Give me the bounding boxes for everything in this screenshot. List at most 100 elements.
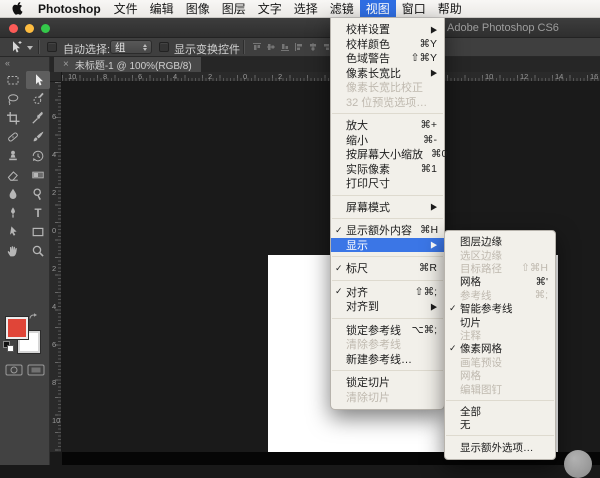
menu-item-all[interactable]: 全部 <box>445 405 555 418</box>
quick-mask-button[interactable] <box>5 363 23 381</box>
menubar-edit[interactable]: 编辑 <box>144 0 180 17</box>
tool-healing-brush[interactable] <box>1 128 25 146</box>
tool-hand[interactable] <box>1 242 25 260</box>
check-icon: ✓ <box>335 225 346 236</box>
tool-clone-stamp[interactable] <box>1 147 25 165</box>
menu-item-zoom-in[interactable]: 放大⌘+ <box>331 118 444 133</box>
menubar-file[interactable]: 文件 <box>108 0 144 17</box>
tool-dodge[interactable] <box>26 185 50 203</box>
show-transform-checkbox[interactable] <box>159 42 169 52</box>
menu-item-zoom-out[interactable]: 缩小⌘- <box>331 133 444 148</box>
ruler-number: 2 <box>208 72 212 81</box>
divider <box>243 40 244 54</box>
menu-item-rulers[interactable]: ✓标尺⌘R <box>331 261 444 276</box>
menu-item-slices[interactable]: 切片 <box>445 315 555 328</box>
move-cursor-icon <box>8 40 22 54</box>
menu-item-gamut-warning[interactable]: 色域警告⇧⌘Y <box>331 51 444 66</box>
menu-item-lock-slices[interactable]: 锁定切片 <box>331 375 444 390</box>
ruler-number: 16 <box>590 72 598 81</box>
tool-brush[interactable] <box>26 128 50 146</box>
menu-item-actual-pixels[interactable]: 实际像素⌘1 <box>331 162 444 177</box>
menu-item-pixel-aspect-ratio-correction: 像素长宽比校正 <box>331 80 444 95</box>
tool-lasso[interactable] <box>1 90 25 108</box>
show-submenu: 图层边缘选区边缘目标路径⇧⌘H网格⌘'参考线⌘;✓智能参考线切片注释✓像素网格画… <box>444 230 556 460</box>
menu-item-fit-on-screen[interactable]: 按屏幕大小缩放⌘0 <box>331 147 444 162</box>
auto-select-checkbox[interactable] <box>47 42 57 52</box>
menu-item-clear-slices: 清除切片 <box>331 390 444 405</box>
tool-eyedropper[interactable] <box>26 109 50 127</box>
tool-quick-selection[interactable] <box>26 90 50 108</box>
tool-rectangle[interactable] <box>26 223 50 241</box>
menubar-select[interactable]: 选择 <box>288 0 324 17</box>
menubar-help[interactable]: 帮助 <box>432 0 468 17</box>
auto-select-dropdown[interactable]: 组 <box>110 40 152 54</box>
close-button[interactable] <box>9 24 18 33</box>
menu-item-pixel-aspect-ratio[interactable]: 像素长宽比▶ <box>331 66 444 81</box>
chevron-down-icon[interactable] <box>27 46 33 50</box>
menu-separator <box>446 400 554 401</box>
menu-item-snap-to[interactable]: 对齐到▶ <box>331 299 444 314</box>
menubar: Photoshop文件编辑图像图层文字选择滤镜视图窗口帮助 <box>0 0 600 18</box>
lasso-icon <box>6 92 20 106</box>
menubar-layer[interactable]: 图层 <box>216 0 252 17</box>
tool-type[interactable]: T <box>26 204 50 222</box>
corner-blob <box>564 450 592 478</box>
ruler-number: 12 <box>520 72 528 81</box>
tool-eraser[interactable] <box>1 166 25 184</box>
menu-item-print-size[interactable]: 打印尺寸 <box>331 176 444 191</box>
tool-marquee[interactable] <box>1 71 25 89</box>
menu-item-show-extras-options[interactable]: 显示额外选项… <box>445 440 555 453</box>
minimize-button[interactable] <box>25 24 34 33</box>
tool-move[interactable] <box>26 71 50 89</box>
menu-item-layer-edges[interactable]: 图层边缘 <box>445 235 555 248</box>
menubar-image[interactable]: 图像 <box>180 0 216 17</box>
tool-zoom[interactable] <box>26 242 50 260</box>
ruler-number: 4 <box>52 150 56 159</box>
foreground-color-swatch[interactable] <box>6 317 28 339</box>
menu-item-show[interactable]: 显示▶ <box>331 238 444 253</box>
menu-item-grid[interactable]: 网格⌘' <box>445 275 555 288</box>
menu-item-none[interactable]: 无 <box>445 418 555 431</box>
tool-history-brush[interactable] <box>26 147 50 165</box>
swap-colors-icon[interactable] <box>28 309 38 327</box>
menu-item-lock-guides[interactable]: 锁定参考线⌥⌘; <box>331 323 444 338</box>
ruler-number: 0 <box>52 226 56 235</box>
screen-mode-button[interactable] <box>27 363 45 381</box>
menubar-filter[interactable]: 滤镜 <box>324 0 360 17</box>
menu-item-proof-setup[interactable]: 校样设置▶ <box>331 22 444 37</box>
menu-item-proof-colors[interactable]: 校样颜色⌘Y <box>331 37 444 52</box>
ruler-number: 10 <box>68 72 76 81</box>
menubar-type[interactable]: 文字 <box>252 0 288 17</box>
crop-icon <box>6 111 20 125</box>
menu-item-32bit-preview-options: 32 位预览选项… <box>331 95 444 110</box>
tab-close-icon[interactable]: × <box>63 59 69 70</box>
menu-item-screen-mode[interactable]: 屏幕模式▶ <box>331 200 444 215</box>
tool-gradient[interactable] <box>26 166 50 184</box>
default-colors-icon[interactable] <box>3 341 14 352</box>
tool-crop[interactable] <box>1 109 25 127</box>
zoom-button[interactable] <box>41 24 50 33</box>
menubar-photoshop[interactable]: Photoshop <box>31 0 108 17</box>
menubar-window[interactable]: 窗口 <box>396 0 432 17</box>
tool-blur[interactable] <box>1 185 25 203</box>
submenu-arrow-icon: ▶ <box>431 24 437 34</box>
menu-separator <box>332 256 443 257</box>
menu-item-show-extras[interactable]: ✓显示额外内容⌘H <box>331 223 444 238</box>
menu-item-smart-guides[interactable]: ✓智能参考线 <box>445 302 555 315</box>
tool-pen[interactable] <box>1 204 25 222</box>
collapse-panel-button[interactable]: « <box>0 57 49 70</box>
clone-stamp-icon <box>6 149 20 163</box>
apple-icon[interactable] <box>0 0 31 17</box>
ruler-number: 0 <box>243 72 247 81</box>
menu-item-snap[interactable]: ✓对齐⇧⌘; <box>331 285 444 300</box>
zoom-icon <box>31 244 45 258</box>
tool-path-selection[interactable] <box>1 223 25 241</box>
move-tool-preset-icon[interactable] <box>8 40 22 57</box>
menubar-view[interactable]: 视图 <box>360 0 396 17</box>
menu-item-pixel-grid[interactable]: ✓像素网格 <box>445 342 555 355</box>
vertical-ruler: 6420246810 <box>50 82 62 452</box>
ruler-number: 6 <box>52 340 56 349</box>
document-tab[interactable]: × 未标题-1 @ 100%(RGB/8) <box>54 57 201 72</box>
menu-item-new-guide[interactable]: 新建参考线… <box>331 352 444 367</box>
align-bottom-edges-icon <box>280 42 290 52</box>
